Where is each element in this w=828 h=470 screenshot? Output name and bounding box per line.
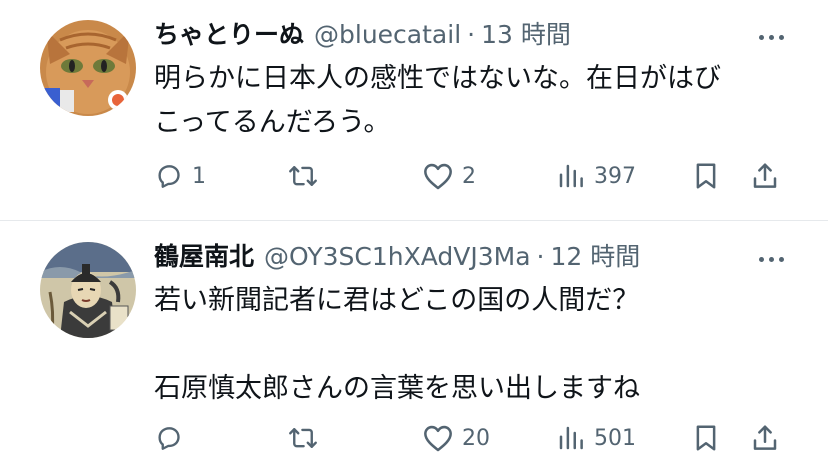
tweet[interactable]: 鶴屋南北 @OY3SC1hXAdVJ3Ma · 12 時間 若い新聞記者に君はど… <box>0 222 828 470</box>
display-name[interactable]: ちゃとりーぬ <box>154 18 304 52</box>
bookmark-button[interactable] <box>692 420 720 456</box>
views-button[interactable]: 501 <box>556 420 636 456</box>
avatar[interactable] <box>40 20 136 116</box>
views-count: 397 <box>594 163 636 189</box>
retweet-icon <box>289 166 317 186</box>
ukiyoe-portrait-avatar-icon <box>40 242 136 338</box>
tweet-header: ちゃとりーぬ @bluecatail · 13 時間 <box>154 18 571 52</box>
like-button[interactable]: 2 <box>422 158 476 194</box>
reply-button[interactable]: 1 <box>154 158 206 194</box>
reply-count: 1 <box>192 163 206 189</box>
views-count: 501 <box>594 425 636 451</box>
tweet-text-line: 若い新聞記者に君はどこの国の人間だ？ <box>154 285 640 316</box>
tweet-text-line: 石原慎太郎さんの言葉を思い出しますね <box>154 373 640 404</box>
tweet-text-line <box>154 323 640 367</box>
display-name[interactable]: 鶴屋南北 <box>154 240 254 274</box>
bookmark-button[interactable] <box>692 158 720 194</box>
more-options-icon[interactable] <box>759 35 784 40</box>
more-options-icon[interactable] <box>759 257 784 262</box>
views-chart-icon <box>559 426 583 450</box>
tweet-header: 鶴屋南北 @OY3SC1hXAdVJ3Ma · 12 時間 <box>154 240 640 274</box>
avatar[interactable] <box>40 242 136 338</box>
share-button[interactable] <box>750 420 780 456</box>
tweet-text-line: 明らかに日本人の感性ではないな。在日がはび <box>154 63 721 94</box>
share-button[interactable] <box>750 158 780 194</box>
views-button[interactable]: 397 <box>556 158 636 194</box>
share-icon <box>753 163 777 188</box>
heart-icon <box>424 425 452 452</box>
heart-icon <box>424 163 452 190</box>
timestamp[interactable]: 12 時間 <box>550 240 640 274</box>
tweet-text: 明らかに日本人の感性ではないな。在日がはび こってるんだろう。 <box>154 57 721 145</box>
reply-icon <box>158 165 180 188</box>
retweet-button[interactable] <box>286 158 328 194</box>
tweet-text: 若い新聞記者に君はどこの国の人間だ？ 石原慎太郎さんの言葉を思い出しますね <box>154 279 640 411</box>
separator-dot: · <box>467 20 476 49</box>
separator-dot: · <box>536 242 545 271</box>
user-handle[interactable]: @bluecatail <box>314 18 461 52</box>
bookmark-icon <box>696 425 716 451</box>
views-chart-icon <box>559 164 583 188</box>
reply-button[interactable] <box>154 420 192 456</box>
user-handle[interactable]: @OY3SC1hXAdVJ3Ma <box>264 240 531 274</box>
action-bar: 1 2 397 <box>0 158 828 194</box>
tweet-divider <box>0 220 828 221</box>
timestamp[interactable]: 13 時間 <box>481 18 571 52</box>
like-count: 20 <box>462 425 490 451</box>
tweet[interactable]: ちゃとりーぬ @bluecatail · 13 時間 明らかに日本人の感性ではな… <box>0 0 828 220</box>
bookmark-icon <box>696 163 716 189</box>
tweet-text-line: こってるんだろう。 <box>154 107 391 138</box>
reply-icon <box>158 427 180 450</box>
retweet-button[interactable] <box>286 420 328 456</box>
share-icon <box>753 425 777 450</box>
orange-cat-avatar-icon <box>40 20 136 116</box>
like-button[interactable]: 20 <box>422 420 490 456</box>
like-count: 2 <box>462 163 476 189</box>
action-bar: 20 501 <box>0 420 828 456</box>
retweet-icon <box>289 428 317 448</box>
